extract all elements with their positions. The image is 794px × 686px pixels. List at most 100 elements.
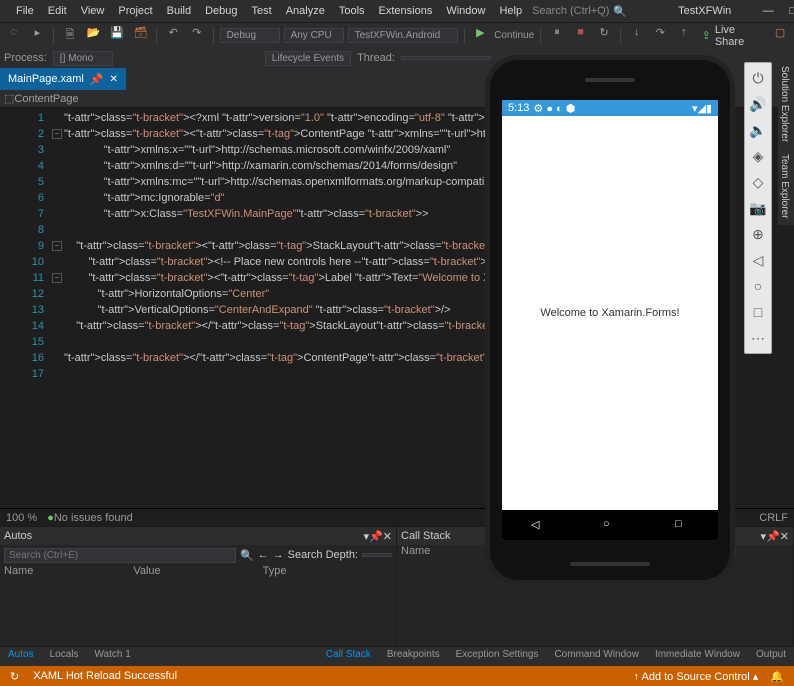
rotate-right-button[interactable]: ◇ (745, 171, 771, 193)
col-value[interactable]: Value (133, 565, 262, 581)
menu-debug[interactable]: Debug (199, 3, 243, 19)
autos-title: Autos (4, 530, 364, 542)
stop-button[interactable]: ■ (571, 26, 591, 46)
minimize-button[interactable]: — (761, 4, 775, 18)
step-over-button[interactable]: ↷ (650, 26, 670, 46)
menu-help[interactable]: Help (493, 3, 528, 19)
pin-icon[interactable]: 📌 (766, 530, 780, 543)
target-dropdown[interactable]: TestXFWin.Android (348, 28, 458, 43)
tab-watch1[interactable]: Watch 1 (86, 647, 138, 666)
volume-up-button[interactable]: 🔊 (745, 93, 771, 115)
open-file-button[interactable]: 📂 (84, 26, 104, 46)
emulator-status-icons: ⚙ ● ◐ ⬢ (533, 102, 575, 115)
continue-button[interactable]: ▶ (471, 26, 491, 46)
restart-button[interactable]: ↻ (594, 26, 614, 46)
tab-command[interactable]: Command Window (546, 647, 646, 666)
pause-button[interactable]: ⏸ (547, 26, 567, 46)
tab-autos[interactable]: Autos (0, 647, 42, 666)
back-button[interactable]: ◁ (531, 518, 545, 532)
tab-close-button[interactable]: ✕ (110, 74, 118, 85)
menu-view[interactable]: View (75, 3, 111, 19)
liveshare-icon: ⇪ (702, 29, 711, 42)
search-placeholder: Search (Ctrl+Q) (532, 5, 609, 17)
line-gutter: 1234 5678 9101112 13141516 17 (0, 108, 50, 508)
standard-toolbar: ◌ ▸ 🗎 📂 💾 🗃 ↶ ↷ Debug Any CPU TestXFWin.… (0, 22, 794, 48)
power-button[interactable]: ⏻ (745, 67, 771, 89)
more-button[interactable]: ⋯ (745, 327, 771, 349)
volume-down-button[interactable]: 🔈 (745, 119, 771, 141)
step-into-button[interactable]: ↓ (627, 26, 647, 46)
zoom-button[interactable]: ⊕ (745, 223, 771, 245)
tab-output[interactable]: Output (748, 647, 794, 666)
menu-analyze[interactable]: Analyze (280, 3, 331, 19)
camera-button[interactable]: 📷 (745, 197, 771, 219)
close-icon[interactable]: ✕ (780, 530, 789, 543)
emulator-toolbar: ⏻ 🔊 🔈 ◈ ◇ 📷 ⊕ ◁ ○ □ ⋯ (744, 62, 772, 354)
undo-button[interactable]: ↶ (163, 26, 183, 46)
menu-project[interactable]: Project (112, 3, 158, 19)
search-icon[interactable]: 🔍 (240, 549, 254, 562)
admin-icon: ▢ (770, 26, 790, 46)
col-type[interactable]: Type (263, 565, 392, 581)
source-control-button[interactable]: ↑ Add to Source Control ▴ (630, 670, 763, 683)
menu-build[interactable]: Build (161, 3, 197, 19)
step-out-button[interactable]: ↑ (674, 26, 694, 46)
platform-dropdown[interactable]: Any CPU (284, 28, 344, 43)
solution-explorer-tab[interactable]: Solution Explorer (778, 60, 791, 148)
col-name[interactable]: Name (4, 565, 133, 581)
notifications-icon[interactable]: 🔔 (766, 670, 788, 683)
search-depth-dropdown[interactable] (362, 553, 392, 557)
autos-search-input[interactable] (4, 548, 236, 563)
menu-edit[interactable]: Edit (42, 3, 73, 19)
search-depth-label: Search Depth: (288, 549, 358, 561)
menu-file[interactable]: File (10, 3, 40, 19)
tab-mainpage-xaml[interactable]: MainPage.xaml 📌 ✕ (0, 68, 126, 90)
tab-exceptions[interactable]: Exception Settings (448, 647, 547, 666)
emu-back-button[interactable]: ◁ (745, 249, 771, 271)
tab-locals[interactable]: Locals (42, 647, 87, 666)
tab-immediate[interactable]: Immediate Window (647, 647, 748, 666)
nav-back-button[interactable]: ◌ (4, 26, 24, 46)
pin-icon[interactable]: 📌 (369, 530, 383, 543)
check-icon: ● (47, 512, 54, 524)
liveshare-button[interactable]: Live Share (715, 24, 767, 48)
save-button[interactable]: 💾 (107, 26, 127, 46)
tab-breakpoints[interactable]: Breakpoints (379, 647, 448, 666)
emulator-time: 5:13 (508, 102, 529, 114)
welcome-label: Welcome to Xamarin.Forms! (540, 307, 679, 319)
crlf-indicator[interactable]: CRLF (759, 512, 788, 524)
close-icon[interactable]: ✕ (383, 530, 392, 543)
fold-button[interactable]: − (52, 273, 62, 283)
maximize-button[interactable]: □ (785, 4, 794, 18)
lifecycle-dropdown[interactable]: Lifecycle Events (265, 51, 351, 66)
fold-button[interactable]: − (52, 129, 62, 139)
redo-button[interactable]: ↷ (187, 26, 207, 46)
pin-icon[interactable]: 📌 (90, 73, 104, 86)
breadcrumb-left[interactable]: ContentPage (14, 93, 78, 105)
issues-status[interactable]: No issues found (54, 512, 133, 524)
menu-test[interactable]: Test (246, 3, 278, 19)
fold-button[interactable]: − (52, 241, 62, 251)
menu-window[interactable]: Window (440, 3, 491, 19)
nav-fwd-button[interactable]: ▸ (28, 26, 48, 46)
process-dropdown[interactable]: [] Mono (53, 51, 113, 66)
hot-reload-status: XAML Hot Reload Successful (29, 670, 181, 682)
emu-overview-button[interactable]: □ (745, 301, 771, 323)
member-icon: ⬚ (4, 92, 14, 105)
home-button[interactable]: ○ (603, 518, 617, 532)
thread-dropdown[interactable] (401, 56, 491, 60)
rotate-left-button[interactable]: ◈ (745, 145, 771, 167)
new-file-button[interactable]: 🗎 (60, 26, 80, 46)
menu-extensions[interactable]: Extensions (373, 3, 439, 19)
emu-home-button[interactable]: ○ (745, 275, 771, 297)
zoom-level[interactable]: 100 % (6, 512, 37, 524)
tab-title: MainPage.xaml (8, 73, 84, 85)
overview-button[interactable]: □ (675, 518, 689, 532)
quick-launch[interactable]: Search (Ctrl+Q) 🔍 (528, 5, 648, 18)
save-all-button[interactable]: 🗃 (131, 26, 151, 46)
team-explorer-tab[interactable]: Team Explorer (778, 148, 791, 224)
config-dropdown[interactable]: Debug (220, 28, 280, 43)
search-icon: 🔍 (613, 5, 627, 18)
menu-tools[interactable]: Tools (333, 3, 371, 19)
tab-callstack[interactable]: Call Stack (318, 647, 379, 666)
